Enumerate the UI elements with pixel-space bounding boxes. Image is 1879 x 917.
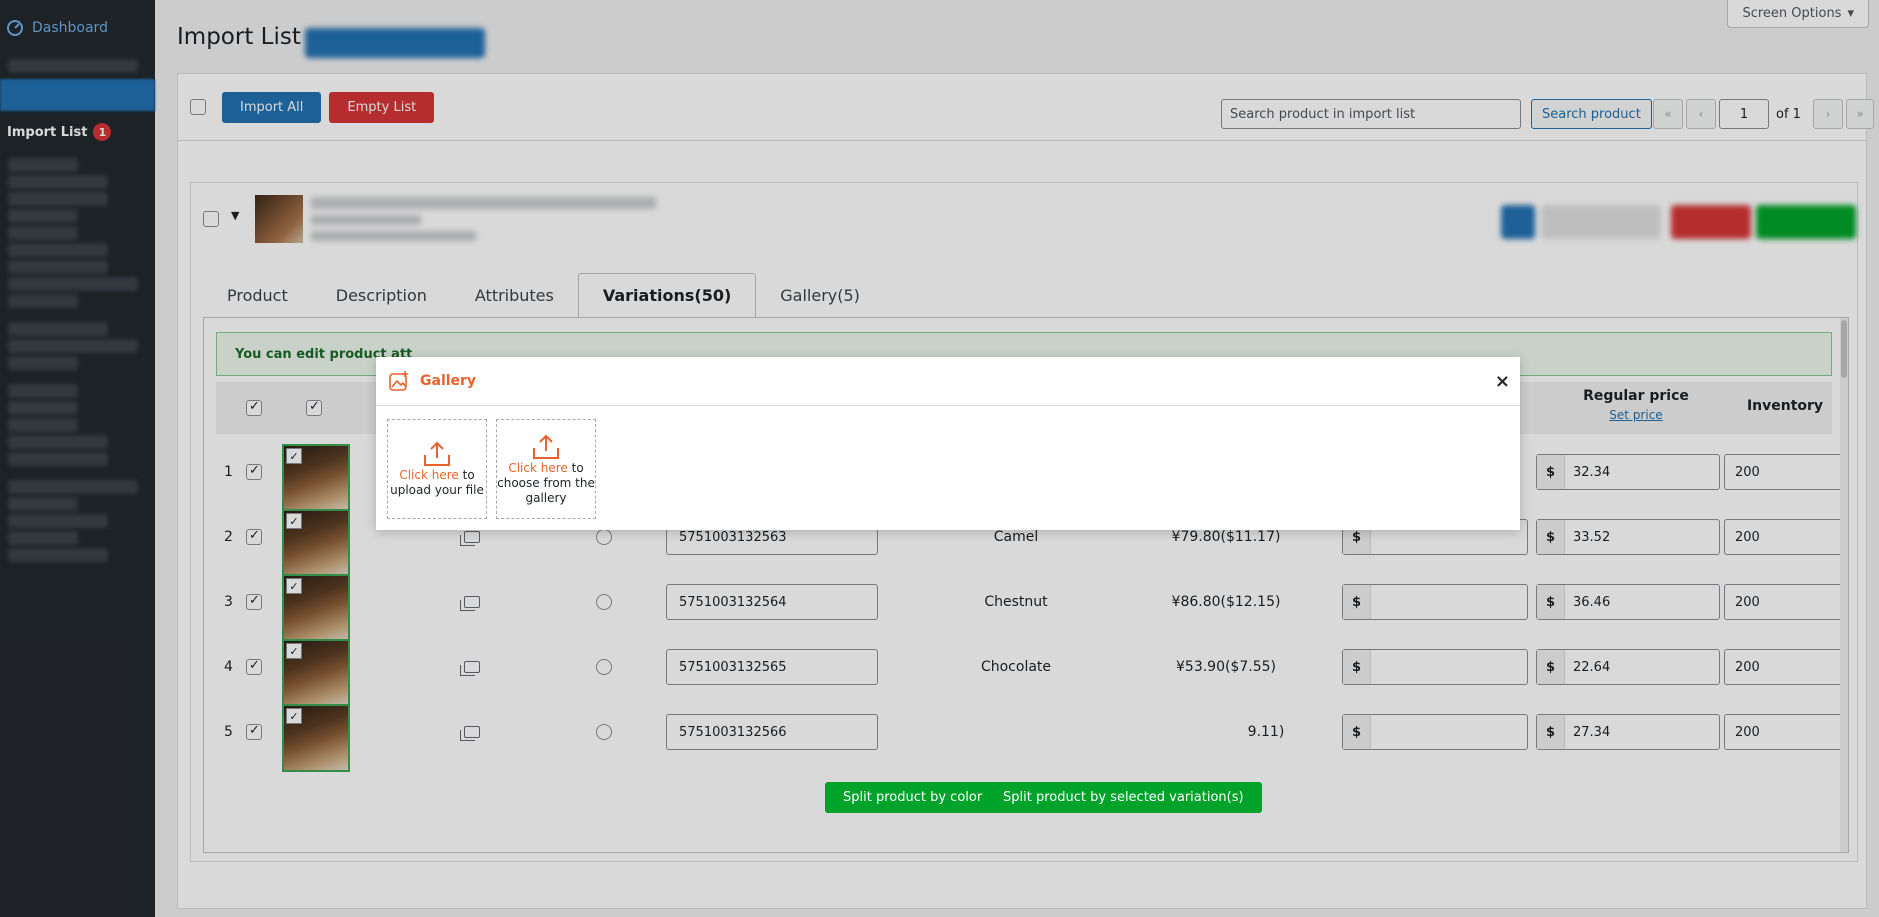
gallery-modal: Gallery × Click here to upload your file…	[376, 357, 1520, 530]
split-by-selected-button[interactable]: Split product by selected variation(s)	[985, 782, 1262, 813]
choose-from-gallery-link[interactable]: Click here	[508, 461, 567, 475]
upload-icon	[424, 441, 450, 466]
close-icon[interactable]: ×	[1495, 371, 1510, 392]
gallery-add-icon	[389, 371, 408, 391]
gallery-modal-title: Gallery	[420, 373, 477, 389]
upload-icon	[533, 434, 559, 459]
split-by-color-button[interactable]: Split product by color	[825, 782, 1001, 813]
upload-file-box[interactable]: Click here to upload your file	[387, 419, 487, 519]
choose-from-gallery-box[interactable]: Click here to choose from the gallery	[496, 419, 596, 519]
gallery-modal-header: Gallery ×	[376, 357, 1520, 406]
upload-file-link[interactable]: Click here	[399, 468, 458, 482]
